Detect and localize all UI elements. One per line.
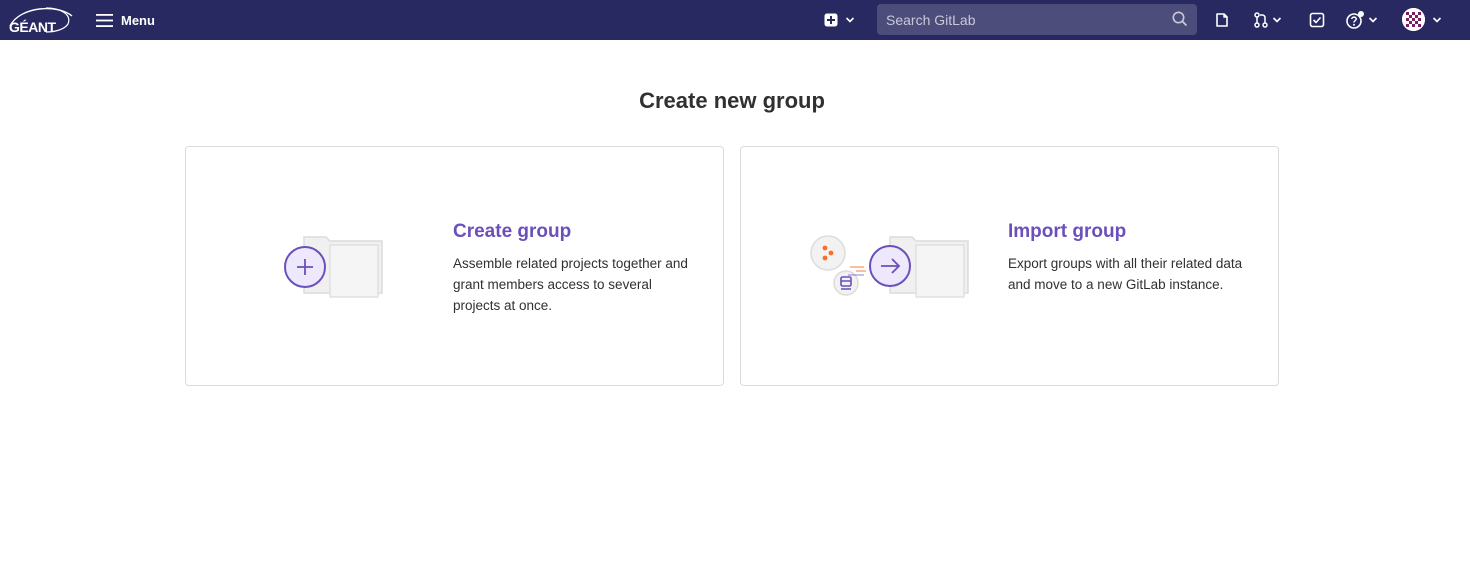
create-group-panel[interactable]: Create group Assemble related projects t… <box>185 146 724 386</box>
todos-button[interactable] <box>1309 10 1325 30</box>
merge-request-icon <box>1254 12 1268 28</box>
chevron-down-icon <box>1368 17 1378 23</box>
menu-button[interactable]: Menu <box>96 8 155 32</box>
merge-requests-dropdown[interactable] <box>1253 10 1282 30</box>
create-group-description: Assemble related projects together and g… <box>453 256 688 313</box>
search-icon <box>1172 11 1188 27</box>
logo-text: GÉANT <box>9 19 56 35</box>
folder-import-illustration <box>808 231 972 308</box>
user-avatar[interactable] <box>1402 8 1425 31</box>
import-group-title[interactable]: Import group <box>1008 221 1248 243</box>
import-group-panel[interactable]: Import group Export groups with all thei… <box>740 146 1279 386</box>
chevron-down-icon <box>1432 17 1442 23</box>
create-new-dropdown[interactable] <box>824 10 855 30</box>
folder-plus-illustration <box>282 233 386 304</box>
search-input[interactable] <box>877 4 1157 35</box>
search-box <box>877 4 1197 35</box>
import-group-description: Export groups with all their related dat… <box>1008 256 1243 292</box>
help-dropdown[interactable] <box>1345 10 1378 30</box>
avatar-dropdown-toggle[interactable] <box>1432 10 1442 30</box>
page-title: Create new group <box>639 88 825 113</box>
geant-logo[interactable]: GÉANT <box>6 4 76 36</box>
create-group-title[interactable]: Create group <box>453 221 693 243</box>
issues-icon <box>1216 13 1228 27</box>
plus-square-icon <box>824 13 838 27</box>
top-navbar: GÉANT Menu <box>0 0 1470 40</box>
todo-icon <box>1309 12 1325 28</box>
chevron-down-icon <box>845 17 855 23</box>
menu-label: Menu <box>121 12 155 28</box>
notification-dot <box>1358 11 1364 17</box>
avatar-pattern-icon <box>1402 8 1425 31</box>
issues-button[interactable] <box>1214 10 1230 30</box>
question-icon <box>1346 11 1364 29</box>
chevron-down-icon <box>1272 17 1282 23</box>
hamburger-icon <box>96 13 113 27</box>
